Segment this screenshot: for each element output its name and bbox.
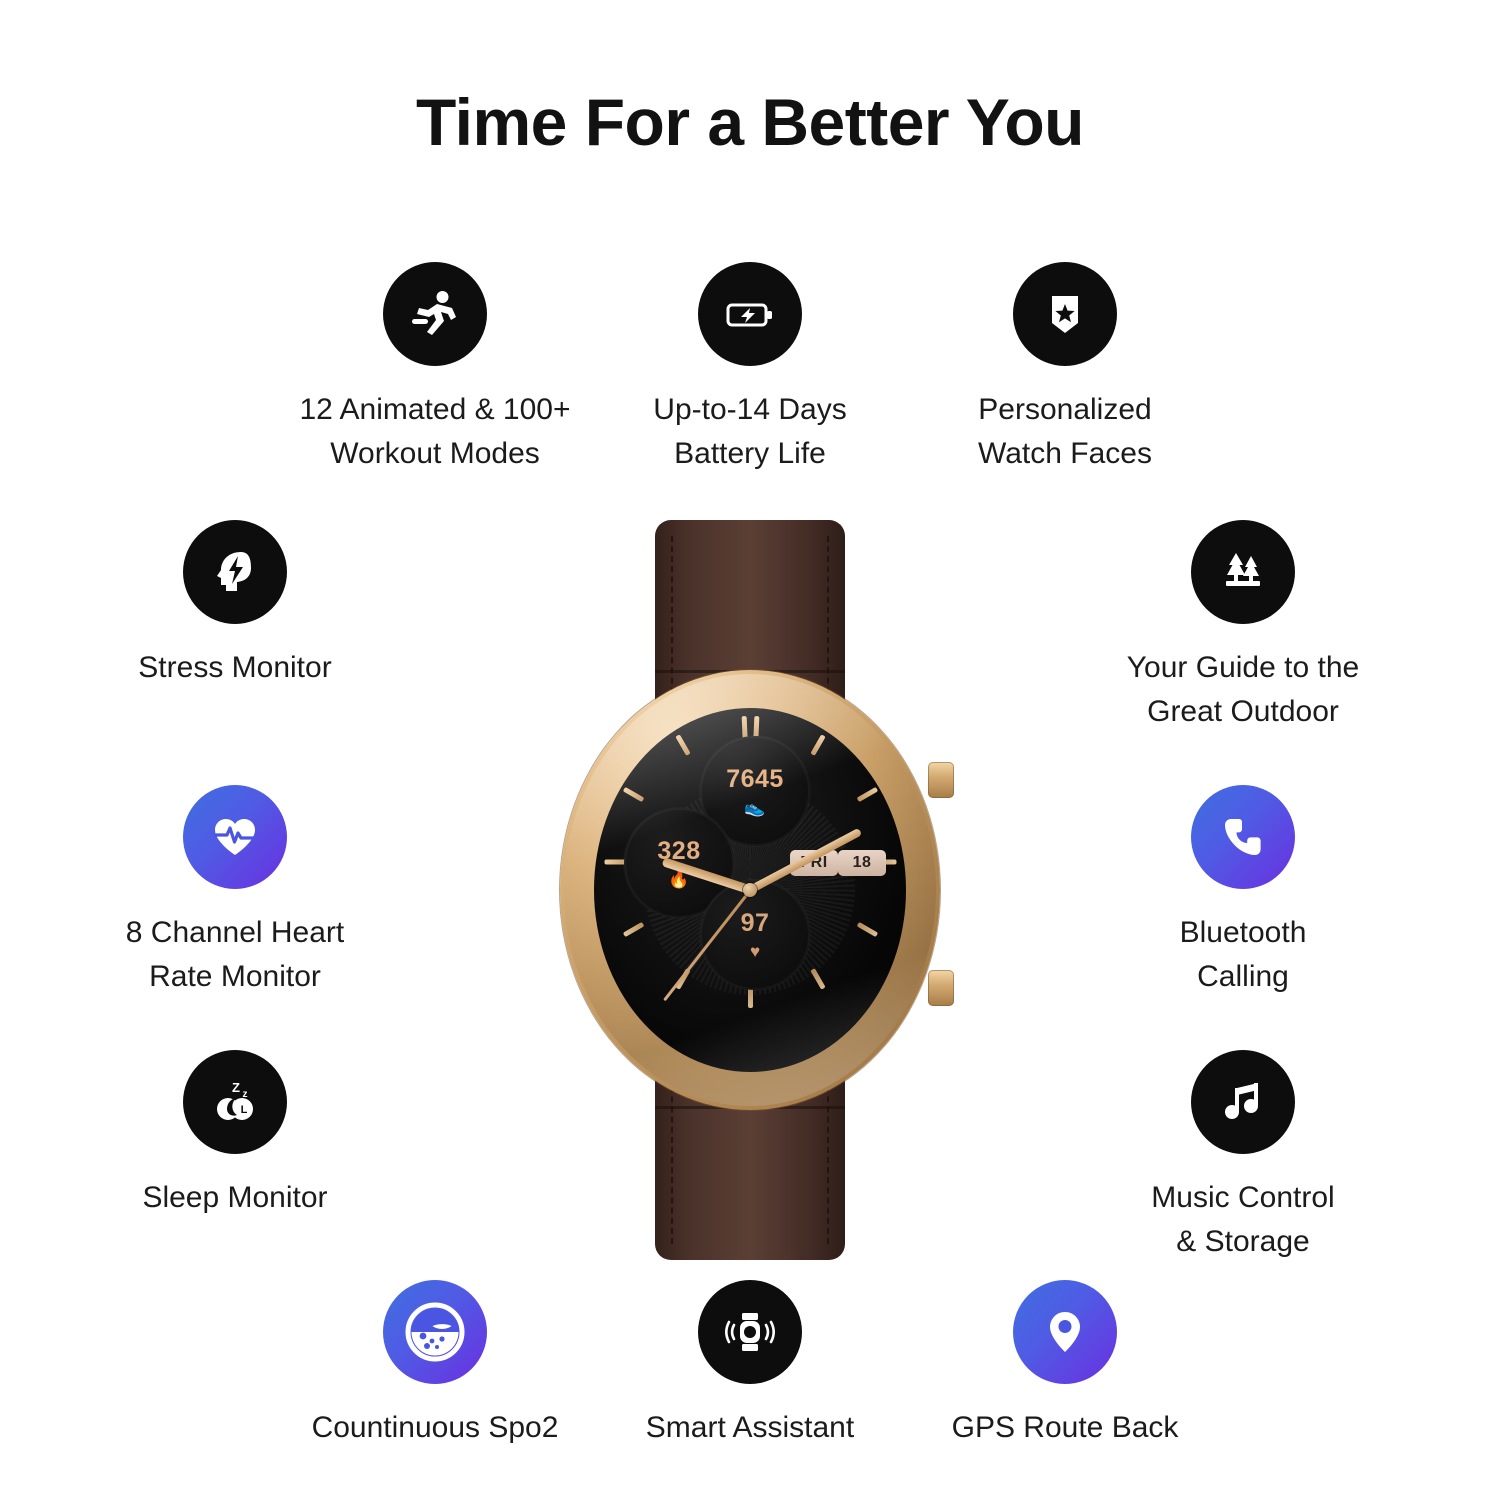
feature-workout-modes: 12 Animated & 100+ Workout Modes — [275, 262, 595, 476]
hour-tick — [809, 968, 826, 990]
phone-handset-icon — [1225, 819, 1261, 855]
watch-crown-button-top[interactable] — [928, 762, 954, 798]
hour-tick — [809, 734, 826, 756]
badge-circle — [698, 262, 802, 366]
hour-tick — [856, 786, 878, 803]
badge-circle — [1191, 520, 1295, 624]
badge-wrap — [1083, 785, 1403, 889]
badge-circle — [1013, 1280, 1117, 1384]
badge-wrap — [1083, 1050, 1403, 1154]
smartwatch-product-image: 7645 👟 328 🔥 97 ♥ FRI 18 — [560, 520, 954, 1260]
feature-label: 12 Animated & 100+ Workout Modes — [299, 393, 571, 471]
feature-stress-monitor: Stress Monitor — [75, 520, 395, 690]
feature-label: Up-to-14 Days Battery Life — [653, 393, 847, 471]
badge-circle — [183, 520, 287, 624]
feature-bluetooth-calling: Bluetooth Calling — [1083, 785, 1403, 999]
watch-voice-waves-icon — [725, 1313, 775, 1351]
shoe-icon: 👟 — [744, 797, 766, 817]
heart-icon: ♥ — [749, 941, 761, 961]
hour-tick — [856, 921, 878, 938]
feature-label: GPS Route Back — [951, 1411, 1179, 1444]
date-number-tile: 18 — [838, 850, 886, 876]
feature-label: Bluetooth Calling — [1179, 916, 1307, 994]
badge-wrap — [905, 1280, 1225, 1384]
feature-label: Music Control & Storage — [1151, 1181, 1335, 1259]
badge-wrap — [275, 262, 595, 366]
badge-circle — [698, 1280, 802, 1384]
watch-case: 7645 👟 328 🔥 97 ♥ FRI 18 — [560, 670, 954, 1110]
badge-wrap — [905, 262, 1225, 366]
head-lightning-icon — [217, 552, 251, 591]
hour-tick — [622, 786, 644, 803]
badge-wrap — [75, 520, 395, 624]
sleep-zzz-icon: Z z L — [217, 1080, 253, 1120]
strap-stitch — [827, 536, 829, 714]
feature-heart-rate-monitor: 8 Channel Heart Rate Monitor — [75, 785, 395, 999]
feature-spo2: Countinuous Spo2 — [275, 1280, 595, 1450]
feature-label: Personalized Watch Faces — [978, 393, 1152, 471]
badge-circle — [383, 1280, 487, 1384]
feature-gps-route-back: GPS Route Back — [905, 1280, 1225, 1450]
strap-stitch — [671, 536, 673, 714]
badge-circle — [383, 262, 487, 366]
running-person-icon — [412, 291, 456, 335]
feature-label: Smart Assistant — [645, 1411, 855, 1444]
feature-label: Stress Monitor — [138, 651, 332, 684]
feature-label: 8 Channel Heart Rate Monitor — [125, 916, 345, 994]
feature-smart-assistant: Smart Assistant — [590, 1280, 910, 1450]
product-infographic: Time For a Better You 12 Animated & 100+… — [0, 0, 1500, 1500]
svg-text:z: z — [243, 1089, 248, 1100]
subdial-value: 97 — [740, 908, 770, 937]
badge-circle — [1013, 262, 1117, 366]
badge-circle — [183, 785, 287, 889]
subdial-value: 7645 — [726, 764, 784, 793]
page-title: Time For a Better You — [416, 85, 1085, 159]
watch-screen[interactable]: 7645 👟 328 🔥 97 ♥ FRI 18 — [594, 708, 906, 1072]
hour-tick — [622, 921, 644, 938]
feature-label: Countinuous Spo2 — [311, 1411, 559, 1444]
feature-label: Your Guide to the Great Outdoor — [1126, 651, 1360, 729]
badge-wrap — [275, 1280, 595, 1384]
pine-trees-icon — [1226, 553, 1260, 586]
music-note-icon — [1225, 1083, 1258, 1119]
svg-text:L: L — [241, 1104, 248, 1116]
badge-wrap: Z z L — [75, 1050, 395, 1154]
hour-tick — [674, 734, 691, 756]
badge-wrap — [75, 785, 395, 889]
badge-circle: Z z L — [183, 1050, 287, 1154]
feature-label: Sleep Monitor — [142, 1181, 328, 1214]
badge-circle — [1191, 785, 1295, 889]
badge-wrap — [590, 1280, 910, 1384]
badge-wrap — [590, 262, 910, 366]
strap-stitch — [671, 1066, 673, 1244]
shield-star-icon — [1052, 296, 1078, 333]
badge-wrap — [1083, 520, 1403, 624]
battery-charging-icon — [726, 303, 772, 327]
feature-music-control: Music Control & Storage — [1083, 1050, 1403, 1264]
feature-battery-life: Up-to-14 Days Battery Life — [590, 262, 910, 476]
heart-pulse-icon — [214, 819, 256, 855]
strap-stitch — [827, 1066, 829, 1244]
feature-great-outdoor: Your Guide to the Great Outdoor — [1083, 520, 1403, 734]
hands-hub — [743, 883, 757, 897]
badge-circle — [1191, 1050, 1295, 1154]
svg-text:Z: Z — [232, 1080, 240, 1095]
watch-crown-button-bottom[interactable] — [928, 970, 954, 1006]
map-pin-icon — [1050, 1312, 1080, 1352]
blood-oxygen-drop-icon — [405, 1302, 465, 1362]
feature-watch-faces: Personalized Watch Faces — [905, 262, 1225, 476]
feature-sleep-monitor: Z z L Sleep Monitor — [75, 1050, 395, 1220]
